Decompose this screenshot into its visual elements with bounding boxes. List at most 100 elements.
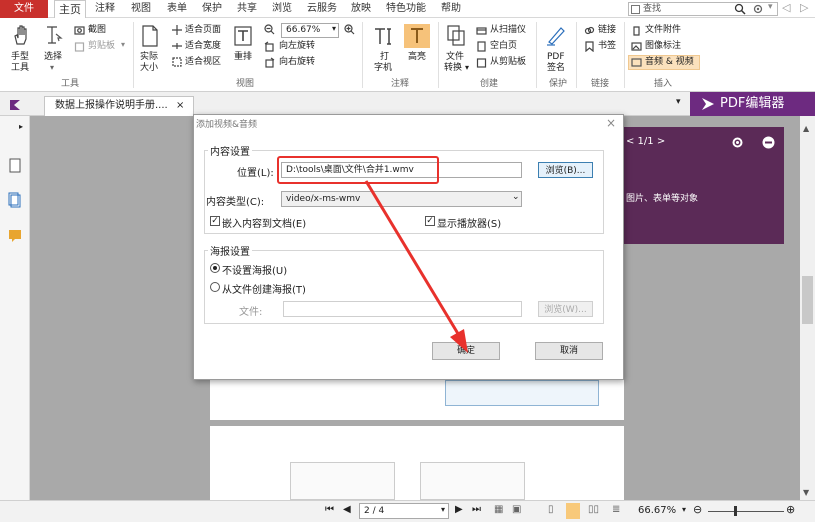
forward-icon[interactable]: ▷: [800, 1, 808, 14]
search-icon[interactable]: [734, 3, 746, 15]
typewriter-label-1[interactable]: 打: [380, 52, 389, 63]
tab-protect[interactable]: 保护: [197, 0, 227, 18]
fit-view-label[interactable]: 适合视区: [185, 57, 221, 68]
tab-home[interactable]: 主页: [54, 0, 86, 18]
page-number-input[interactable]: 2 / 4: [359, 503, 449, 519]
blank-page-label[interactable]: 空白页: [490, 41, 517, 52]
link-label[interactable]: 链接: [598, 25, 616, 36]
paste-label[interactable]: 剪贴板: [88, 41, 115, 52]
select-label[interactable]: 选择: [44, 52, 62, 63]
poster-from-file-label: 从文件创建海报(T): [222, 285, 306, 296]
chevron-down-icon[interactable]: ▾: [332, 24, 336, 33]
fit-width-label[interactable]: 适合宽度: [185, 41, 221, 52]
file-convert-icon: [447, 25, 465, 46]
close-icon[interactable]: ×: [606, 116, 616, 130]
highlight-label[interactable]: 高亮: [408, 52, 426, 63]
tab-slideshow[interactable]: 放映: [346, 0, 376, 18]
comments-panel-icon[interactable]: [8, 228, 22, 244]
file-menu[interactable]: 文件: [0, 0, 48, 18]
gear-icon[interactable]: [731, 136, 744, 149]
image-annotation-label[interactable]: 图像标注: [645, 41, 681, 52]
protect-group-label: 保护: [548, 79, 567, 89]
chevron-down-icon[interactable]: ▾: [50, 63, 54, 72]
chevron-down-icon[interactable]: ▾: [768, 2, 773, 12]
actual-size-label-2[interactable]: 大小: [140, 63, 158, 74]
cancel-button[interactable]: 取消: [535, 342, 603, 360]
page-view-icon[interactable]: ▣: [512, 504, 521, 515]
select-text-icon: [47, 26, 63, 44]
single-page-icon[interactable]: ▯: [548, 504, 554, 515]
typewriter-label-2[interactable]: 字机: [374, 63, 392, 74]
tab-browse[interactable]: 浏览: [267, 0, 297, 18]
embed-checkbox[interactable]: ✓: [210, 216, 220, 226]
divider: [624, 22, 625, 88]
file-attachment-label[interactable]: 文件附件: [645, 25, 681, 36]
zoom-slider-handle[interactable]: [734, 506, 737, 516]
zoom-out-icon[interactable]: ⊖: [693, 503, 702, 516]
last-page-icon[interactable]: ⏭: [472, 504, 481, 515]
browse-button[interactable]: 浏览(B)...: [538, 162, 593, 178]
rotate-left-label[interactable]: 向左旋转: [279, 41, 315, 52]
continuous-page-icon[interactable]: [566, 503, 580, 519]
chevron-down-icon[interactable]: ▾: [441, 505, 445, 514]
next-page-icon[interactable]: ▶: [455, 504, 463, 515]
tab-annotate[interactable]: 注释: [90, 0, 120, 18]
page-view-icon[interactable]: ▦: [494, 504, 503, 515]
tab-help[interactable]: 帮助: [436, 0, 466, 18]
panel-description: 图片、表单等对象: [626, 194, 699, 204]
hand-tool-label-2[interactable]: 工具: [11, 63, 29, 74]
prev-page-icon[interactable]: ◀: [343, 504, 351, 515]
scroll-down-icon[interactable]: ▼: [803, 488, 809, 497]
scroll-up-icon[interactable]: ▲: [803, 124, 809, 133]
tab-form[interactable]: 表单: [162, 0, 192, 18]
pdf-sign-label-1[interactable]: PDF: [547, 52, 565, 63]
zoom-in-icon[interactable]: [344, 24, 355, 35]
bookmark-label[interactable]: 书签: [598, 41, 616, 52]
from-clipboard-label[interactable]: 从剪贴板: [490, 57, 526, 68]
page-thumbnail-icon[interactable]: [8, 158, 22, 174]
page-thumbnail-image: [420, 462, 525, 500]
tab-view[interactable]: 视图: [126, 0, 156, 18]
zoom-slider[interactable]: [708, 511, 784, 512]
pdf-sign-label-2[interactable]: 签名: [547, 63, 565, 74]
expand-arrow-icon[interactable]: ▸: [19, 122, 23, 131]
first-page-icon[interactable]: ⏮: [325, 504, 334, 515]
poster-from-file-radio[interactable]: [210, 282, 220, 292]
document-tab[interactable]: 数据上报操作说明手册....: [44, 96, 194, 116]
back-icon[interactable]: ◁: [782, 1, 790, 14]
fit-page-label[interactable]: 适合页面: [185, 25, 221, 36]
zoom-select[interactable]: 66.67%: [281, 23, 339, 38]
two-page-icon[interactable]: ▯▯: [588, 504, 599, 515]
hand-tool-label-1[interactable]: 手型: [11, 52, 29, 63]
no-poster-radio[interactable]: [210, 263, 220, 273]
browse-w-button[interactable]: 浏览(W)...: [538, 301, 593, 317]
two-page-continuous-icon[interactable]: ≣: [612, 504, 620, 515]
chevron-down-icon[interactable]: ▾: [465, 63, 469, 72]
chevron-down-icon[interactable]: ▾: [121, 40, 125, 49]
tab-share[interactable]: 共享: [232, 0, 262, 18]
zoom-level[interactable]: 66.67%: [638, 505, 676, 516]
reflow-label[interactable]: 重排: [234, 52, 252, 63]
actual-size-label-1[interactable]: 实际: [140, 52, 158, 63]
bookmark-panel-icon[interactable]: [8, 192, 22, 208]
tab-features[interactable]: 特色功能: [382, 0, 430, 18]
chevron-down-icon[interactable]: ▾: [682, 505, 686, 514]
panel-pager[interactable]: < 1/1 >: [626, 136, 665, 147]
file-convert-label-2[interactable]: 转换: [444, 63, 462, 74]
rotate-left-icon: [264, 41, 274, 52]
tab-cloud[interactable]: 云服务: [302, 0, 342, 18]
from-scanner-label[interactable]: 从扫描仪: [490, 25, 526, 36]
chevron-down-icon[interactable]: ▾: [676, 97, 681, 107]
view-group-label: 视图: [235, 79, 254, 89]
screenshot-label[interactable]: 截图: [88, 25, 106, 36]
zoom-in-icon[interactable]: ⊕: [786, 503, 795, 516]
chevron-down-icon[interactable]: ⌄: [512, 192, 520, 202]
scrollbar-thumb[interactable]: [802, 276, 813, 324]
file-convert-label-1[interactable]: 文件: [446, 52, 464, 63]
zoom-out-icon[interactable]: [264, 24, 275, 35]
rotate-right-label[interactable]: 向右旋转: [279, 57, 315, 68]
minimize-icon[interactable]: [762, 136, 775, 149]
annotation-arrow: [364, 180, 468, 353]
gear-icon[interactable]: [752, 3, 764, 15]
close-tab-icon[interactable]: ×: [176, 100, 184, 111]
